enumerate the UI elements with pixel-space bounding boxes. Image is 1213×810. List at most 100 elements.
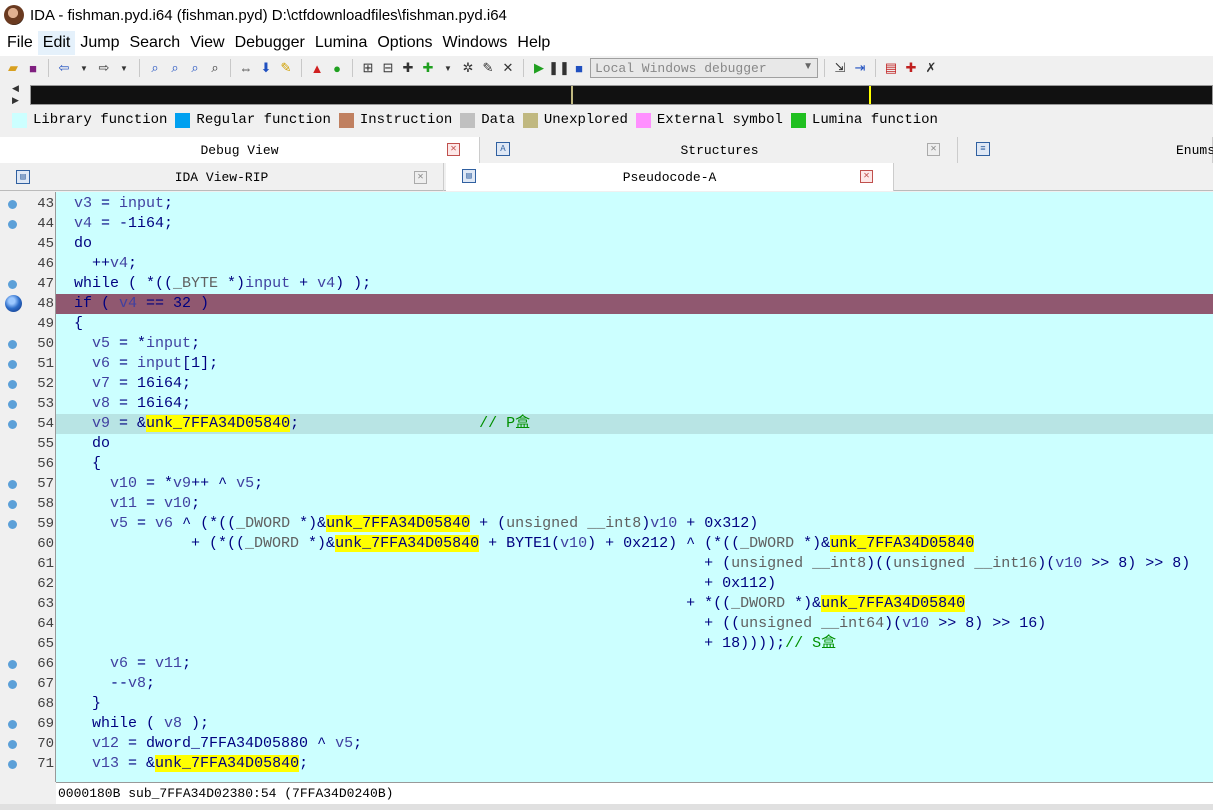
mark-icon[interactable]: ✎: [277, 59, 295, 77]
search-next-icon[interactable]: ⌕: [206, 59, 224, 77]
code-line[interactable]: v4 = -1i64;: [56, 214, 1213, 234]
run-to-cursor-icon[interactable]: ⇥: [851, 59, 869, 77]
menu-options[interactable]: Options: [372, 31, 437, 55]
code-line[interactable]: ++v4;: [56, 254, 1213, 274]
debugger-select[interactable]: Local Windows debugger ▼: [590, 58, 818, 78]
breakpoint-slot-icon[interactable]: [8, 480, 17, 489]
play-icon[interactable]: ▶: [530, 59, 548, 77]
menu-file[interactable]: File: [2, 31, 38, 55]
code-line[interactable]: v8 = 16i64;: [56, 394, 1213, 414]
code-line[interactable]: + (unsigned __int8)((unsigned __int16)(v…: [56, 554, 1213, 574]
menu-edit[interactable]: Edit: [37, 31, 76, 55]
code-line[interactable]: v11 = v10;: [56, 494, 1213, 514]
add-breakpoint-icon[interactable]: ✚: [902, 59, 920, 77]
code-line[interactable]: {: [56, 314, 1213, 334]
forward-arrow-icon[interactable]: ⇨: [95, 59, 113, 77]
breakpoint-slot-icon[interactable]: [8, 280, 17, 289]
code-line[interactable]: v5 = *input;: [56, 334, 1213, 354]
pause-icon[interactable]: ❚❚: [548, 59, 570, 77]
code-line[interactable]: + 0x112): [56, 574, 1213, 594]
plus-green-icon[interactable]: ✚: [419, 59, 437, 77]
code-line[interactable]: + 18))));// S盒: [56, 634, 1213, 654]
add-icon[interactable]: ✚: [399, 59, 417, 77]
code-line[interactable]: }: [56, 694, 1213, 714]
breakpoint-slot-icon[interactable]: [8, 420, 17, 429]
breakpoint-slot-icon[interactable]: [8, 760, 17, 769]
breakpoint-slot-icon[interactable]: [8, 380, 17, 389]
code-line[interactable]: + *((_DWORD *)&unk_7FFA34D05840: [56, 594, 1213, 614]
warning-icon[interactable]: ▲: [308, 59, 326, 77]
code-line[interactable]: v13 = &unk_7FFA34D05840;: [56, 754, 1213, 774]
code-line[interactable]: v3 = input;: [56, 194, 1213, 214]
stop-icon[interactable]: ■: [570, 59, 588, 77]
tab-enums[interactable]: ≡ Enums: [960, 137, 1213, 163]
close-icon[interactable]: ✕: [447, 143, 460, 156]
breakpoint-slot-icon[interactable]: [8, 740, 17, 749]
search-text-icon[interactable]: ⌕: [146, 59, 164, 77]
close-icon[interactable]: ✕: [499, 59, 517, 77]
menu-help[interactable]: Help: [512, 31, 555, 55]
chevron-down-icon[interactable]: ▼: [115, 59, 133, 77]
struct-icon[interactable]: ⊞: [359, 59, 377, 77]
breakpoint-slot-icon[interactable]: [8, 520, 17, 529]
code-line[interactable]: do: [56, 234, 1213, 254]
nav-scroll-arrows[interactable]: ◀ ▶: [12, 82, 26, 106]
menu-windows[interactable]: Windows: [437, 31, 512, 55]
code-line[interactable]: v10 = *v9++ ^ v5;: [56, 474, 1213, 494]
breakpoint-icon[interactable]: [5, 295, 22, 312]
jump-down-icon[interactable]: ⬇: [257, 59, 275, 77]
close-icon[interactable]: ✕: [927, 143, 940, 156]
search-immediate-icon[interactable]: ⌕: [186, 59, 204, 77]
menu-debugger[interactable]: Debugger: [230, 31, 310, 55]
save-icon[interactable]: ■: [24, 59, 42, 77]
code-line[interactable]: --v8;: [56, 674, 1213, 694]
tab-debug-view[interactable]: Debug View ✕: [0, 137, 480, 163]
search-binary-icon[interactable]: ⌕: [166, 59, 184, 77]
enum-icon[interactable]: ⊟: [379, 59, 397, 77]
pseudocode-view[interactable]: v3 = input; v4 = -1i64; do ++v4; while ( *(…: [56, 192, 1213, 782]
breakpoint-slot-icon[interactable]: [8, 500, 17, 509]
code-line[interactable]: do: [56, 434, 1213, 454]
delete-breakpoint-icon[interactable]: ✗: [922, 59, 940, 77]
tab-ida-view-rip[interactable]: ▤ IDA View-RIP ✕: [0, 163, 444, 191]
code-line[interactable]: {: [56, 454, 1213, 474]
step-icon[interactable]: ⇲: [831, 59, 849, 77]
code-line[interactable]: v12 = dword_7FFA34D05880 ^ v5;: [56, 734, 1213, 754]
chevron-down-icon[interactable]: ▼: [75, 59, 93, 77]
tab-pseudocode-a[interactable]: ▤ Pseudocode-A ✕: [446, 163, 894, 191]
close-icon[interactable]: ✕: [860, 170, 873, 183]
menu-lumina[interactable]: Lumina: [310, 31, 372, 55]
code-line[interactable]: + (*((_DWORD *)&unk_7FFA34D05840 + BYTE1…: [56, 534, 1213, 554]
chevron-down-icon[interactable]: ▼: [439, 59, 457, 77]
code-line[interactable]: v6 = input[1];: [56, 354, 1213, 374]
edit-icon[interactable]: ✎: [479, 59, 497, 77]
breakpoint-slot-icon[interactable]: [8, 220, 17, 229]
breakpoint-slot-icon[interactable]: [8, 200, 17, 209]
gear-icon[interactable]: ✲: [459, 59, 477, 77]
breakpoint-slot-icon[interactable]: [8, 340, 17, 349]
code-line[interactable]: v5 = v6 ^ (*((_DWORD *)&unk_7FFA34D05840…: [56, 514, 1213, 534]
line-number-gutter[interactable]: 43 44 45 46 47 48 49 50 51 52 53 54 55 56 57 58 59 60 61 62…: [0, 192, 56, 782]
breakpoint-slot-icon[interactable]: [8, 680, 17, 689]
open-folder-icon[interactable]: ▰: [4, 59, 22, 77]
code-line[interactable]: v6 = v11;: [56, 654, 1213, 674]
code-line[interactable]: v7 = 16i64;: [56, 374, 1213, 394]
menu-search[interactable]: Search: [124, 31, 185, 55]
close-icon[interactable]: ✕: [414, 171, 427, 184]
breakpoint-slot-icon[interactable]: [8, 400, 17, 409]
code-line[interactable]: while ( *((_BYTE *)input + v4) );: [56, 274, 1213, 294]
code-line[interactable]: v9 = &unk_7FFA34D05840; // P盒: [56, 414, 1213, 434]
back-arrow-icon[interactable]: ⇦: [55, 59, 73, 77]
breakpoint-slot-icon[interactable]: [8, 660, 17, 669]
navigation-strip[interactable]: [30, 85, 1213, 105]
menu-jump[interactable]: Jump: [75, 31, 124, 55]
breakpoint-slot-icon[interactable]: [8, 360, 17, 369]
menu-view[interactable]: View: [185, 31, 229, 55]
breakpoints-icon[interactable]: ▤: [882, 59, 900, 77]
tab-structures[interactable]: A Structures ✕: [482, 137, 958, 163]
code-line[interactable]: if ( v4 == 32 ): [56, 294, 1213, 314]
code-line[interactable]: + ((unsigned __int64)(v10 >> 8) >> 16): [56, 614, 1213, 634]
breakpoint-slot-icon[interactable]: [8, 720, 17, 729]
code-icon[interactable]: ⇔: [237, 59, 255, 77]
code-line[interactable]: while ( v8 );: [56, 714, 1213, 734]
